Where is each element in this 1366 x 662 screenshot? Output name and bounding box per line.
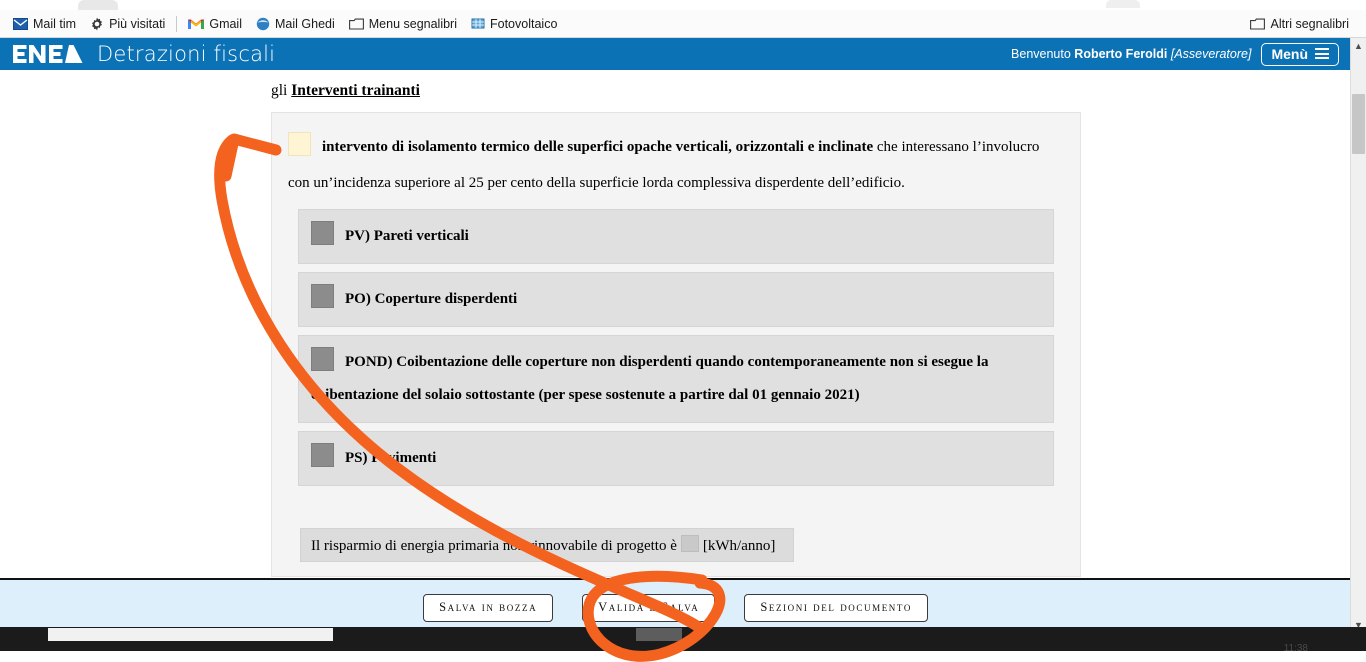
tab-strip xyxy=(0,0,1366,10)
page-title: Detrazioni fiscali xyxy=(97,42,276,66)
bookmarks-bar: Mail tim Più visitati Gmail Mail Ghedi M… xyxy=(0,10,1366,38)
lead-intervention-row: intervento di isolamento termico delle s… xyxy=(286,129,1066,201)
sub-item-checkbox[interactable] xyxy=(311,347,334,371)
breadcrumb-link[interactable]: Interventi trainanti xyxy=(291,82,420,99)
taskbar-clock: 11:38 xyxy=(1283,643,1308,654)
document-sections-button[interactable]: Sezioni del documento xyxy=(744,594,928,622)
lead-bold-text: intervento di isolamento termico delle s… xyxy=(322,139,874,155)
lead-checkbox[interactable] xyxy=(288,132,311,156)
scroll-up-arrow[interactable]: ▲ xyxy=(1351,38,1366,55)
horizontal-scrollbar-thumb[interactable] xyxy=(48,628,333,641)
bookmark-menu-segnalibri[interactable]: Menu segnalibri xyxy=(342,13,464,34)
enea-logo-mark xyxy=(13,45,83,63)
folder-icon xyxy=(348,18,364,30)
bookmark-label: Mail tim xyxy=(33,16,77,31)
bookmark-label: Mail Ghedi xyxy=(275,16,335,31)
sub-item-po: PO) Coperture disperdenti xyxy=(298,272,1054,327)
bookmark-label: Gmail xyxy=(209,16,242,31)
enea-logo: Detrazioni fiscali xyxy=(13,42,275,66)
save-draft-button[interactable]: Salva in bozza xyxy=(423,594,554,622)
sub-item-label: PS) Pavimenti xyxy=(345,450,437,466)
horizontal-scrollbar[interactable] xyxy=(0,627,1366,642)
breadcrumb: gli Interventi trainanti xyxy=(271,82,1081,100)
taskbar: 11:38 xyxy=(0,642,1366,662)
validate-save-button[interactable]: Valida e Salva xyxy=(582,594,716,622)
user-role: [Asseveratore] xyxy=(1170,47,1252,61)
sub-item-label: PO) Coperture disperdenti xyxy=(345,291,518,307)
browser-tab[interactable] xyxy=(78,0,118,10)
globe-icon xyxy=(256,17,270,31)
bookmark-label: Menu segnalibri xyxy=(368,16,457,31)
bookmark-fotovoltaico[interactable]: Fotovoltaico xyxy=(464,13,564,34)
bookmark-altri-segnalibri[interactable]: Altri segnalibri xyxy=(1243,13,1356,34)
sub-item-pv: PV) Pareti verticali xyxy=(298,209,1054,264)
user-name: Roberto Feroldi xyxy=(1074,47,1168,61)
energy-saving-row: Il risparmio di energia primaria non rin… xyxy=(300,528,794,562)
gmail-icon xyxy=(188,18,205,30)
solar-panel-icon xyxy=(471,17,485,30)
vertical-scrollbar[interactable]: ▲ ▼ xyxy=(1350,38,1366,634)
bookmark-mail-tim[interactable]: Mail tim xyxy=(6,13,83,34)
sub-item-pond: POND) Coibentazione delle coperture non … xyxy=(298,335,1054,423)
bookmark-label: Più visitati xyxy=(109,16,166,31)
bookmark-gmail[interactable]: Gmail xyxy=(181,13,249,34)
interventi-panel: intervento di isolamento termico delle s… xyxy=(271,112,1081,577)
menu-button[interactable]: Menù xyxy=(1261,42,1339,66)
form-content: gli Interventi trainanti intervento di i… xyxy=(271,82,1081,577)
vertical-scrollbar-thumb[interactable] xyxy=(1352,94,1365,154)
bookmark-mail-ghedi[interactable]: Mail Ghedi xyxy=(249,13,342,34)
hamburger-icon xyxy=(1315,48,1329,59)
energy-saving-input[interactable] xyxy=(680,535,699,552)
app-header: Detrazioni fiscali Benvenuto Roberto Fer… xyxy=(0,38,1351,70)
gear-icon xyxy=(90,17,104,31)
browser-tab-secondary[interactable] xyxy=(1106,0,1140,8)
folder-icon xyxy=(1250,18,1266,30)
mail-icon xyxy=(13,17,28,30)
horizontal-scrollbar-thumb-secondary[interactable] xyxy=(636,628,682,641)
energy-saving-unit: [kWh/anno] xyxy=(702,538,776,554)
sub-item-checkbox[interactable] xyxy=(311,221,334,245)
sub-item-checkbox[interactable] xyxy=(311,284,334,308)
bookmark-label: Altri segnalibri xyxy=(1270,16,1349,31)
bookmark-piu-visitati[interactable]: Più visitati xyxy=(83,13,172,34)
taskbar-strip xyxy=(0,642,1366,651)
bookmark-separator xyxy=(176,15,178,32)
sub-item-ps: PS) Pavimenti xyxy=(298,431,1054,486)
welcome-prefix: Benvenuto xyxy=(1011,47,1071,61)
menu-button-label: Menù xyxy=(1271,45,1308,62)
welcome-message: Benvenuto Roberto Feroldi [Asseveratore] xyxy=(1011,47,1251,61)
page-body: gli Interventi trainanti intervento di i… xyxy=(0,70,1351,578)
energy-saving-label: Il risparmio di energia primaria non rin… xyxy=(311,538,677,554)
sub-item-label: PV) Pareti verticali xyxy=(345,228,469,244)
sub-item-checkbox[interactable] xyxy=(311,443,334,467)
browser-window: Mail tim Più visitati Gmail Mail Ghedi M… xyxy=(0,0,1366,662)
sub-item-label: POND) Coibentazione delle coperture non … xyxy=(311,354,989,403)
bookmark-label: Fotovoltaico xyxy=(490,16,558,31)
breadcrumb-prefix: gli xyxy=(271,82,288,99)
